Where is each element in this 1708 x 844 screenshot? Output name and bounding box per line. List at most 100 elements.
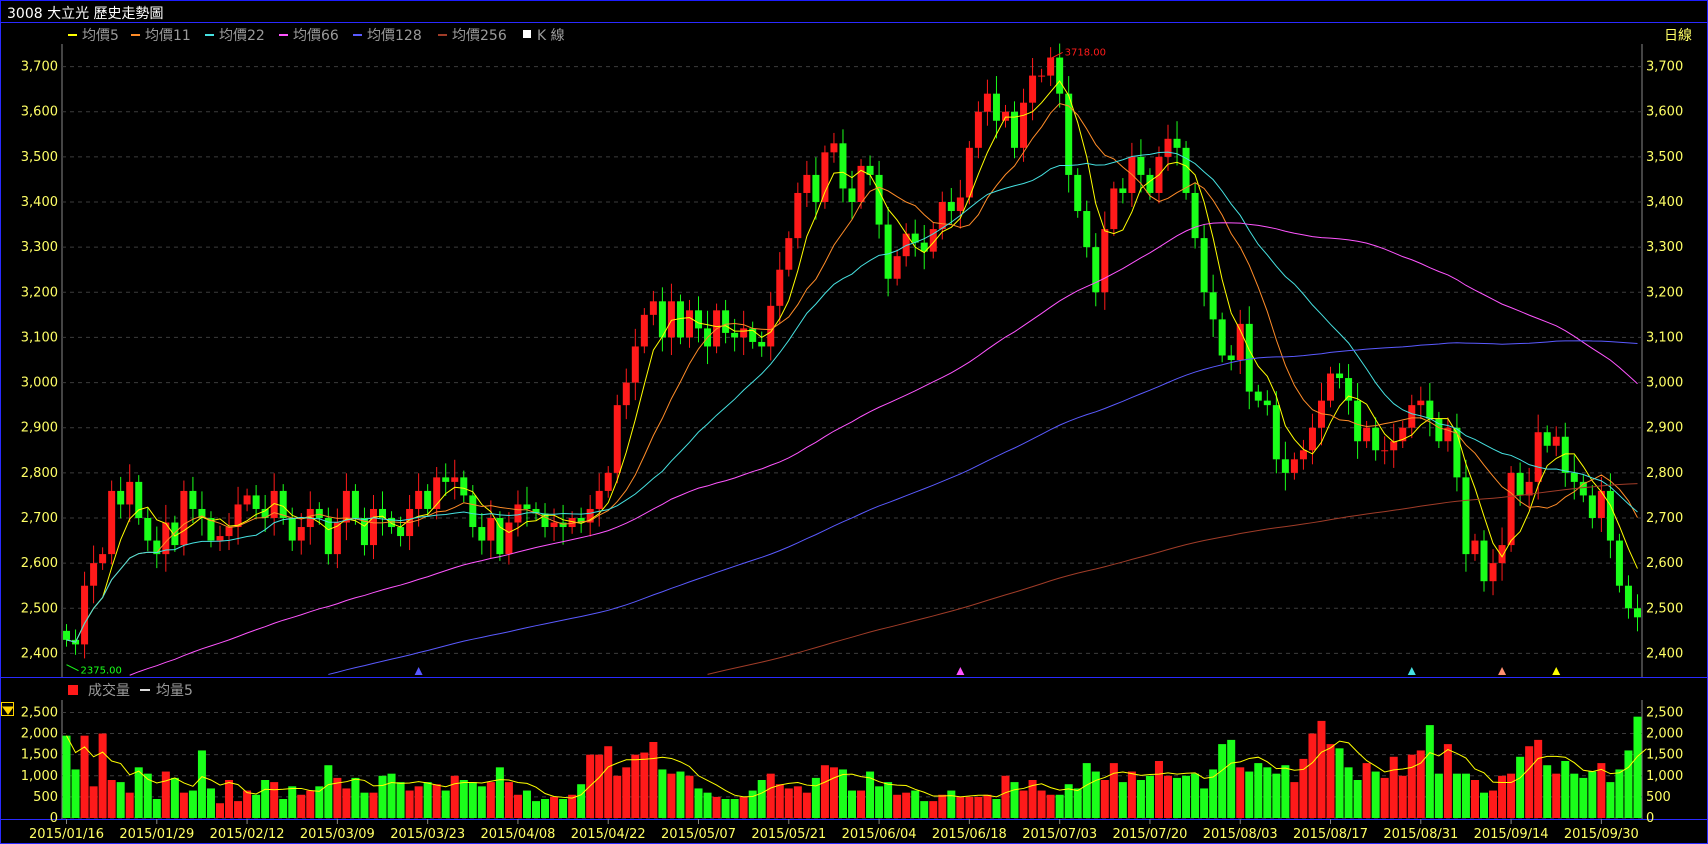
volume-bar xyxy=(649,742,658,818)
volume-bar xyxy=(270,782,279,818)
candle-body xyxy=(180,490,188,546)
candle-body xyxy=(649,301,657,315)
volume-bars-group xyxy=(62,716,1642,818)
volume-bar xyxy=(974,796,983,818)
candle-body xyxy=(1029,75,1037,103)
candle-body xyxy=(117,490,125,505)
volume-bar xyxy=(541,799,550,818)
volume-bar xyxy=(811,777,820,818)
volume-bar xyxy=(1371,771,1380,818)
volume-bar xyxy=(1552,773,1561,818)
date-tick-label: 2015/04/22 xyxy=(571,827,646,842)
candle-body xyxy=(1363,427,1371,442)
candle-body xyxy=(884,224,892,279)
candle-body xyxy=(722,310,730,333)
volume-bar xyxy=(640,752,649,818)
ma22-line xyxy=(66,151,1638,643)
volume-bar xyxy=(595,754,604,818)
price-tick-label-right: 2,500 xyxy=(1646,601,1683,616)
date-tick-label: 2015/01/29 xyxy=(119,827,194,842)
volume-bar xyxy=(1037,790,1046,818)
volume-bar xyxy=(1082,763,1091,818)
volume-bar xyxy=(71,769,80,818)
price-tick-label-right: 2,700 xyxy=(1646,511,1683,526)
candle-body xyxy=(1001,111,1009,121)
price-tick-label-left: 2,500 xyxy=(21,601,58,616)
price-volume-chart: 2,400 2,400 2,500 2,500 2,600 2,600 2,700 2,700… xyxy=(0,22,1708,844)
candle-body xyxy=(324,518,332,555)
candle-body xyxy=(740,328,748,338)
volume-tick-label-left: 500 xyxy=(33,790,58,805)
price-tick-label-right: 2,600 xyxy=(1646,556,1683,571)
volume-bar xyxy=(1353,780,1362,818)
price-tick-label-right: 3,100 xyxy=(1646,330,1683,345)
volume-bar xyxy=(432,784,441,818)
volume-tick-label-right: 1,000 xyxy=(1646,769,1683,784)
candle-body xyxy=(785,238,793,270)
candle-body xyxy=(523,504,531,509)
date-tick-label: 2015/06/18 xyxy=(932,827,1007,842)
volume-bar xyxy=(703,792,712,818)
candle-body xyxy=(731,332,739,338)
volume-bar xyxy=(1227,739,1236,818)
date-tick-label: 2015/04/08 xyxy=(480,827,555,842)
volume-bar xyxy=(80,735,89,818)
candle-body xyxy=(1290,459,1298,473)
volume-tick-label-right: 500 xyxy=(1646,790,1671,805)
volume-bar xyxy=(423,782,432,818)
date-tick-label: 2015/02/12 xyxy=(210,827,285,842)
volume-bar xyxy=(197,750,206,818)
candle-body xyxy=(685,310,693,338)
volume-bar xyxy=(1443,744,1452,818)
volume-bar xyxy=(1263,767,1272,818)
date-tick-label: 2015/05/21 xyxy=(751,827,826,842)
volume-bar xyxy=(387,773,396,818)
candle-body xyxy=(1417,400,1425,406)
volume-tick-label-right: 1,500 xyxy=(1646,748,1683,763)
volume-bar xyxy=(414,786,423,818)
volume-bar xyxy=(306,790,315,818)
candle-body xyxy=(108,490,116,555)
candle-body xyxy=(1489,563,1497,582)
candle-body xyxy=(1426,400,1434,419)
candle-body xyxy=(1254,391,1262,401)
volume-bar xyxy=(504,782,513,818)
candle-body xyxy=(1227,355,1235,360)
candle-body xyxy=(171,522,179,546)
candle-body xyxy=(1498,545,1506,564)
volume-bar xyxy=(631,754,640,818)
volume-bar xyxy=(1344,767,1353,818)
high-marker-label: 3718.00 xyxy=(1065,47,1106,58)
candle-body xyxy=(1507,472,1515,546)
candle-body xyxy=(279,490,287,518)
volume-bar xyxy=(225,780,234,818)
candle-body xyxy=(622,382,630,406)
candle-body xyxy=(1263,400,1271,406)
candle-body xyxy=(1633,608,1641,618)
volume-bar xyxy=(739,796,748,818)
volume-bar xyxy=(459,780,468,818)
collapse-arrow-icon xyxy=(2,706,14,715)
price-tick-label-right: 3,300 xyxy=(1646,240,1683,255)
volume-bar xyxy=(1308,733,1317,818)
candle-body xyxy=(1083,211,1091,248)
candle-body xyxy=(1245,323,1253,392)
candle-body xyxy=(947,202,955,212)
volume-bar xyxy=(1606,782,1615,818)
volume-bar xyxy=(983,794,992,818)
volume-bar xyxy=(1561,761,1570,818)
price-tick-label-right: 3,200 xyxy=(1646,285,1683,300)
volume-bar xyxy=(441,790,450,818)
volume-bar xyxy=(1470,780,1479,818)
date-tick-label: 2015/07/03 xyxy=(1022,827,1097,842)
candle-body xyxy=(956,197,964,212)
volume-bar xyxy=(1073,788,1082,818)
candle-body xyxy=(767,305,775,347)
date-tick-label: 2015/03/09 xyxy=(300,827,375,842)
volume-bar xyxy=(1615,769,1624,818)
candle-body xyxy=(839,143,847,189)
volume-bar xyxy=(775,784,784,818)
volume-bar xyxy=(188,790,197,818)
price-tick-label-right: 3,000 xyxy=(1646,376,1683,391)
volume-bar xyxy=(1570,773,1579,818)
